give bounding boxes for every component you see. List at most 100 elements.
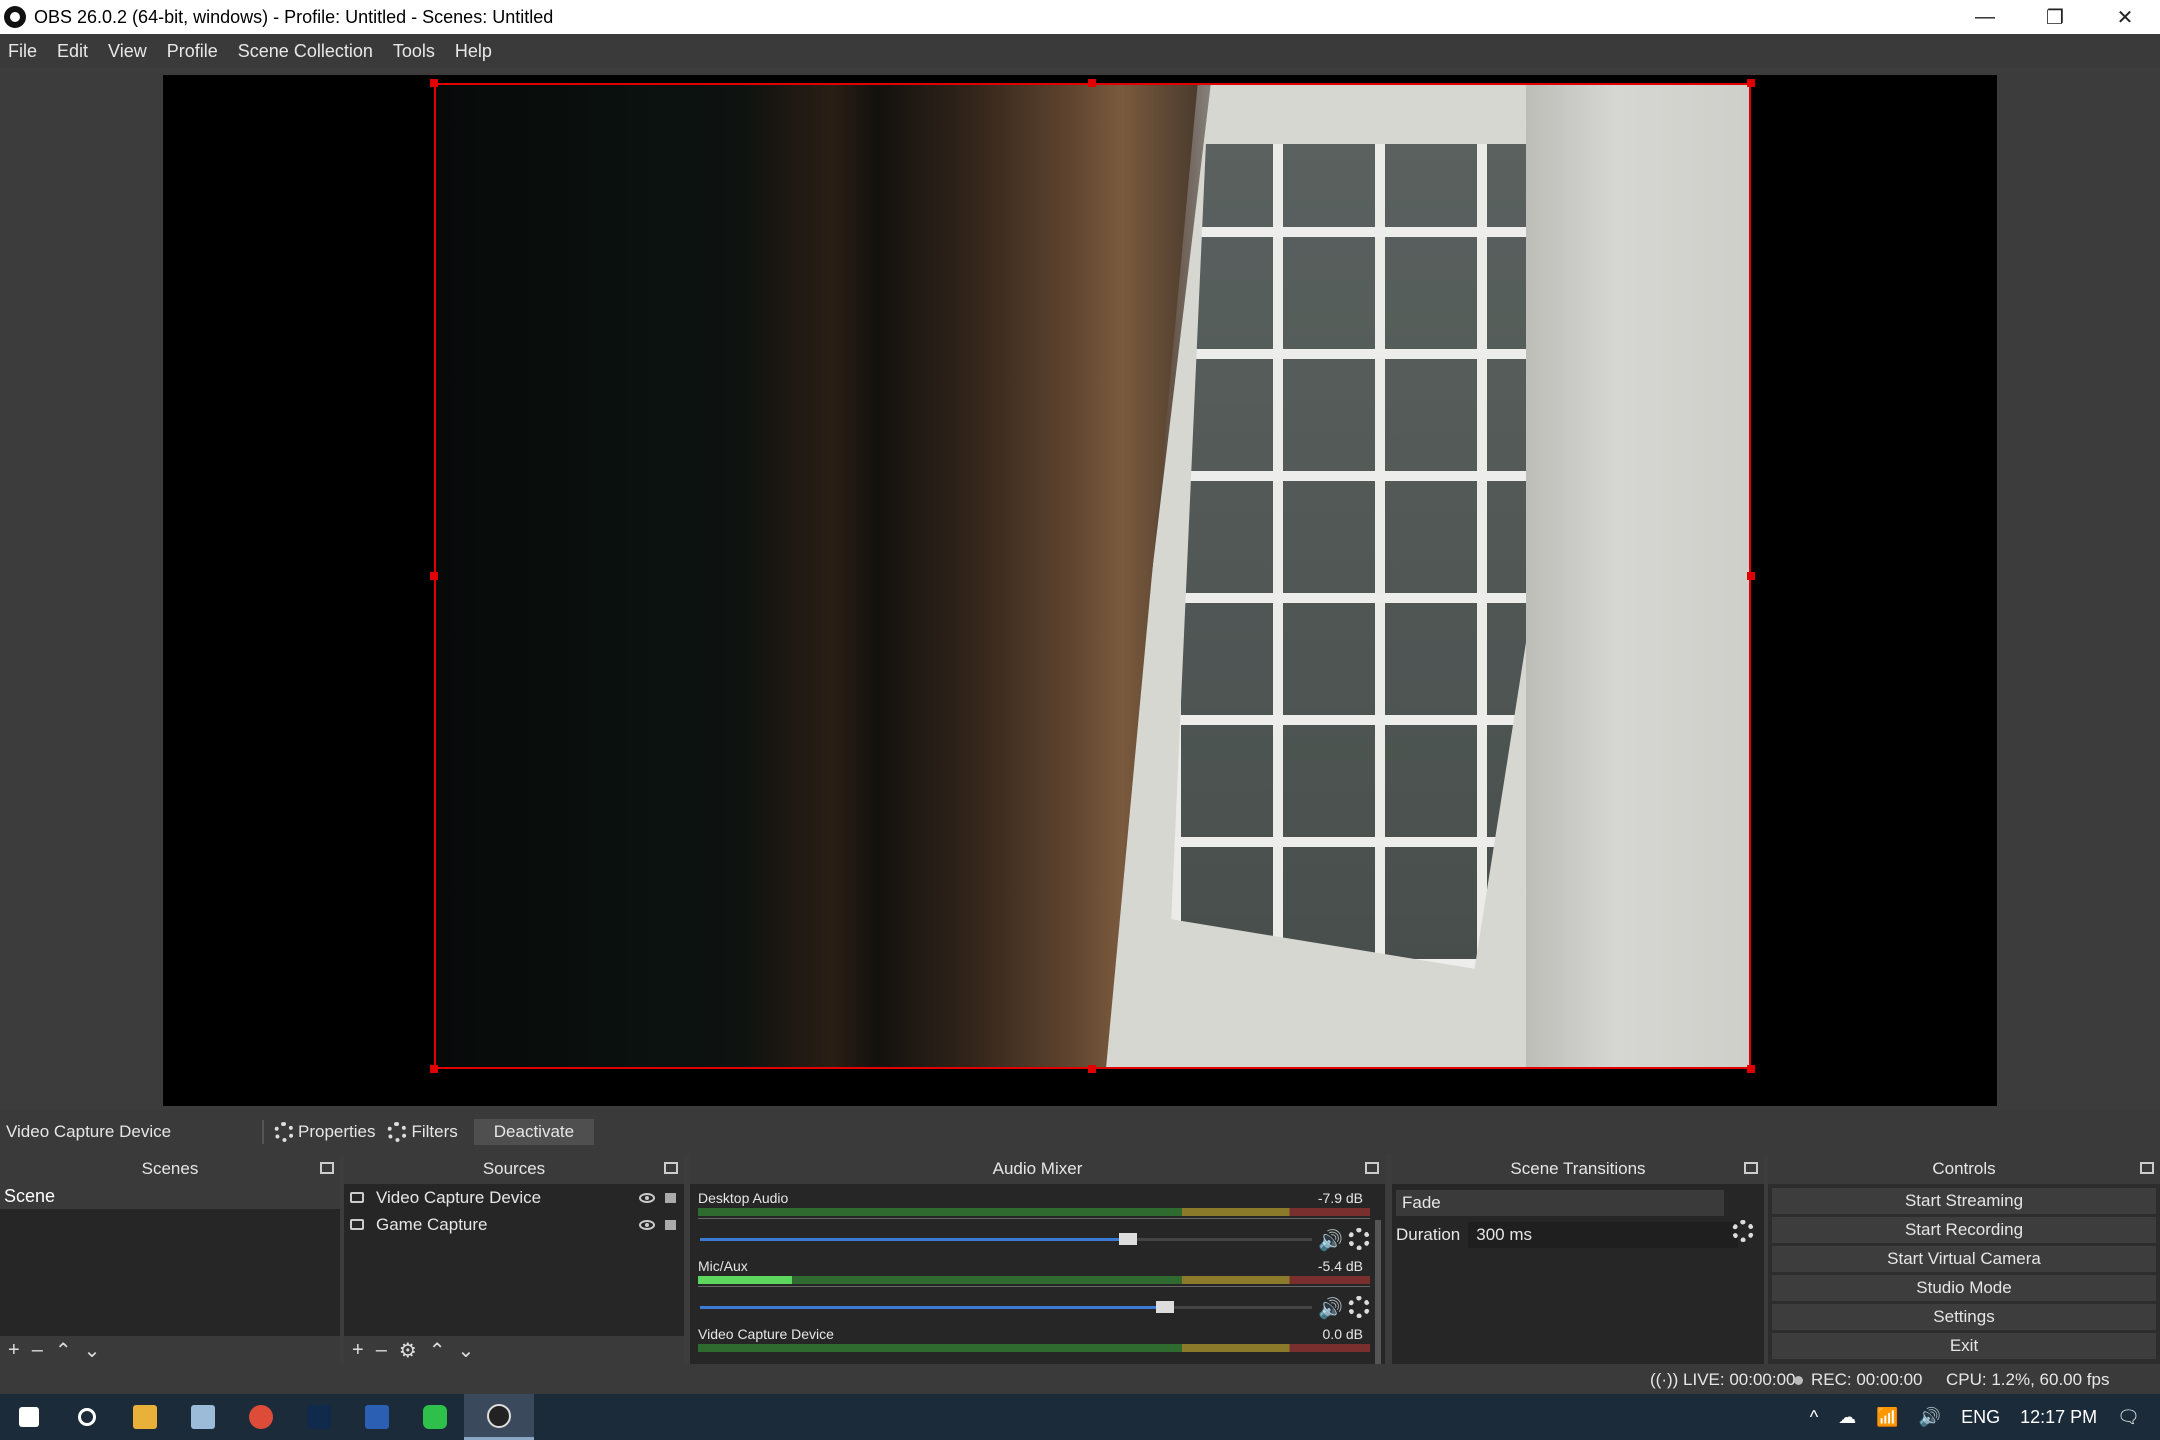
lock-icon[interactable]: [665, 1192, 676, 1203]
notepad-icon[interactable]: [174, 1394, 232, 1440]
speaker-icon[interactable]: 🔊: [1919, 1407, 1941, 1428]
move-down-icon[interactable]: ⌄: [84, 1338, 101, 1363]
mixer-scrollbar[interactable]: [1375, 1220, 1381, 1370]
source-item[interactable]: Game Capture: [344, 1211, 684, 1238]
word-icon[interactable]: [348, 1394, 406, 1440]
move-up-icon[interactable]: ⌃: [55, 1338, 72, 1363]
menu-profile[interactable]: Profile: [165, 39, 220, 64]
undock-icon[interactable]: [664, 1162, 678, 1174]
undock-icon[interactable]: [1365, 1162, 1379, 1174]
remove-scene-icon[interactable]: –: [32, 1339, 43, 1362]
resize-handle-top-right[interactable]: [1747, 79, 1755, 87]
exit-button[interactable]: Exit: [1772, 1333, 2156, 1359]
system-tray: ^ ☁ 📶 🔊 ENG 12:17 PM 🗨: [1800, 1394, 2160, 1440]
minimize-button[interactable]: —: [1950, 0, 2020, 34]
menu-view[interactable]: View: [106, 39, 149, 64]
preview-canvas[interactable]: [163, 75, 1997, 1106]
start-streaming-button[interactable]: Start Streaming: [1772, 1188, 2156, 1214]
sources-dock-title: Sources: [344, 1154, 684, 1184]
wifi-icon[interactable]: 📶: [1876, 1407, 1898, 1428]
source-name: Video Capture Device: [376, 1187, 542, 1207]
properties-button[interactable]: Properties: [274, 1122, 375, 1142]
menu-tools[interactable]: Tools: [391, 39, 437, 64]
undock-icon[interactable]: [1744, 1162, 1758, 1174]
transition-select[interactable]: Fade: [1396, 1190, 1724, 1216]
scenes-footer: + – ⌃ ⌄: [0, 1336, 340, 1364]
visibility-eye-icon[interactable]: [639, 1219, 655, 1230]
speaker-icon[interactable]: 🔊: [1318, 1228, 1343, 1253]
broadcast-icon: ((·)): [1650, 1370, 1684, 1389]
windows-start-icon[interactable]: [0, 1394, 58, 1440]
cloud-icon[interactable]: ☁: [1838, 1407, 1856, 1428]
volume-slider[interactable]: [700, 1301, 1312, 1313]
volume-meter: [698, 1344, 1370, 1352]
settings-button[interactable]: Settings: [1772, 1304, 2156, 1330]
meter-fill: [698, 1276, 793, 1284]
visibility-eye-icon[interactable]: [639, 1192, 655, 1203]
studio-mode-button[interactable]: Studio Mode: [1772, 1275, 2156, 1301]
resize-handle-top-left[interactable]: [430, 79, 438, 87]
channel-name: Video Capture Device: [698, 1326, 834, 1342]
move-up-icon[interactable]: ⌃: [429, 1338, 446, 1363]
speaker-icon[interactable]: 🔊: [1318, 1296, 1343, 1321]
scene-item[interactable]: Scene: [0, 1184, 340, 1209]
close-button[interactable]: ✕: [2090, 0, 2160, 34]
language-indicator[interactable]: ENG: [1961, 1407, 2000, 1428]
file-explorer-icon[interactable]: [116, 1394, 174, 1440]
chevron-up-icon[interactable]: ^: [1810, 1407, 1818, 1428]
channel-name: Mic/Aux: [698, 1258, 748, 1274]
notifications-icon[interactable]: 🗨: [2117, 1407, 2140, 1428]
photoshop-icon[interactable]: [290, 1394, 348, 1440]
resize-handle-top[interactable]: [1088, 79, 1096, 87]
start-recording-button[interactable]: Start Recording: [1772, 1217, 2156, 1243]
gear-icon[interactable]: [1348, 1296, 1370, 1318]
lock-icon[interactable]: [665, 1219, 676, 1230]
resize-handle-left[interactable]: [430, 572, 438, 580]
restore-button[interactable]: ❐: [2020, 0, 2090, 34]
live-time: LIVE: 00:00:00: [1683, 1370, 1796, 1389]
remove-source-icon[interactable]: –: [376, 1339, 387, 1362]
menu-file[interactable]: File: [6, 39, 39, 64]
undock-icon[interactable]: [2140, 1162, 2154, 1174]
add-source-icon[interactable]: +: [352, 1339, 364, 1362]
gear-icon[interactable]: [1348, 1228, 1370, 1250]
resize-handle-bottom[interactable]: [1088, 1065, 1096, 1073]
undock-icon[interactable]: [320, 1162, 334, 1174]
windows-taskbar: ^ ☁ 📶 🔊 ENG 12:17 PM 🗨: [0, 1394, 2160, 1440]
resize-handle-right[interactable]: [1747, 572, 1755, 580]
source-toolbar: Video Capture Device Properties Filters …: [0, 1110, 2160, 1154]
start-virtual-camera-button[interactable]: Start Virtual Camera: [1772, 1246, 2156, 1272]
duration-input[interactable]: 300 ms: [1468, 1222, 1739, 1248]
slider-knob[interactable]: [1119, 1233, 1138, 1245]
volume-slider[interactable]: [700, 1233, 1312, 1245]
source-properties-gear-icon[interactable]: ⚙: [399, 1338, 417, 1363]
duration-row: Duration 300 ms: [1396, 1222, 1760, 1248]
gamepad-icon: [350, 1219, 364, 1230]
video-capture-source[interactable]: [434, 83, 1751, 1069]
move-down-icon[interactable]: ⌄: [458, 1338, 475, 1363]
obs-icon[interactable]: [464, 1394, 534, 1440]
rec-status: REC: 00:00:00: [1794, 1370, 1923, 1390]
search-icon[interactable]: [58, 1394, 116, 1440]
volume-meter: [698, 1208, 1370, 1216]
filters-label: Filters: [411, 1122, 458, 1141]
deactivate-button[interactable]: Deactivate: [473, 1119, 595, 1145]
meter-ticks: [698, 1218, 1370, 1224]
cpu-status: CPU: 1.2%, 60.00 fps: [1946, 1370, 2110, 1389]
slider-knob[interactable]: [1156, 1301, 1175, 1313]
resize-handle-bottom-left[interactable]: [430, 1065, 438, 1073]
source-item[interactable]: Video Capture Device: [344, 1184, 684, 1211]
menu-help[interactable]: Help: [453, 39, 494, 64]
menu-edit[interactable]: Edit: [55, 39, 90, 64]
menu-scene-collection[interactable]: Scene Collection: [236, 39, 375, 64]
clock[interactable]: 12:17 PM: [2020, 1407, 2097, 1428]
chrome-icon[interactable]: [232, 1394, 290, 1440]
gear-icon[interactable]: [1732, 1220, 1754, 1242]
add-scene-icon[interactable]: +: [8, 1339, 20, 1362]
line-icon[interactable]: [406, 1394, 464, 1440]
filters-button[interactable]: Filters: [387, 1122, 458, 1142]
resize-handle-bottom-right[interactable]: [1747, 1065, 1755, 1073]
mixer-channel: Desktop Audio -7.9 dB 🔊: [696, 1190, 1379, 1258]
status-bar: ((·)) LIVE: 00:00:00 REC: 00:00:00 CPU: …: [0, 1364, 2160, 1394]
controls-title: Controls: [1932, 1159, 1996, 1178]
